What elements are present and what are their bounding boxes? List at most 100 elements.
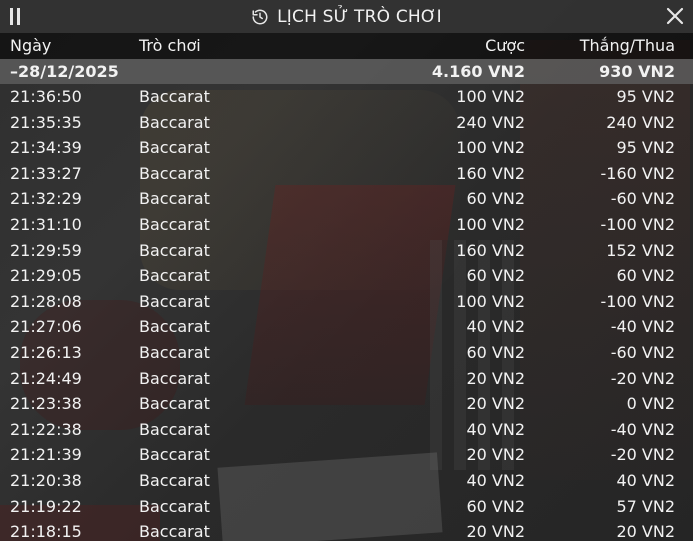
row-time: 21:29:59: [10, 240, 82, 260]
column-header-win-loss: Thắng/Thua: [579, 36, 675, 55]
row-bet: 160 VN2: [456, 240, 525, 260]
table-row[interactable]: 21:22:38 Baccarat 40 VN2 -40 VN2: [0, 417, 693, 443]
row-win-loss: -40 VN2: [610, 317, 675, 337]
row-game: Baccarat: [139, 214, 210, 234]
row-time: 21:23:38: [10, 394, 82, 414]
row-win-loss: 0 VN2: [626, 394, 675, 414]
title-bar: LỊCH SỬ TRÒ CHƠI: [0, 0, 693, 33]
row-time: 21:20:38: [10, 470, 82, 490]
table-row[interactable]: 21:24:49 Baccarat 20 VN2 -20 VN2: [0, 366, 693, 392]
row-time: 21:35:35: [10, 112, 82, 132]
history-list: 21:36:50 Baccarat 100 VN2 95 VN2 21:35:3…: [0, 84, 693, 541]
row-game: Baccarat: [139, 522, 210, 541]
row-win-loss: 95 VN2: [616, 87, 675, 106]
table-row[interactable]: 21:28:08 Baccarat 100 VN2 -100 VN2: [0, 289, 693, 315]
table-row[interactable]: 21:26:13 Baccarat 60 VN2 -60 VN2: [0, 340, 693, 366]
row-win-loss: 57 VN2: [616, 496, 675, 516]
table-row[interactable]: 21:18:15 Baccarat 20 VN2 20 VN2: [0, 519, 693, 541]
row-win-loss: -40 VN2: [610, 419, 675, 439]
row-time: 21:22:38: [10, 419, 82, 439]
row-time: 21:31:10: [10, 214, 82, 234]
row-time: 21:33:27: [10, 163, 82, 183]
row-game: Baccarat: [139, 138, 210, 158]
page-title: LỊCH SỬ TRÒ CHƠI: [277, 6, 442, 27]
row-win-loss: -20 VN2: [610, 445, 675, 465]
row-win-loss: 95 VN2: [616, 138, 675, 158]
row-game: Baccarat: [139, 189, 210, 209]
row-bet: 20 VN2: [466, 368, 525, 388]
row-bet: 240 VN2: [456, 112, 525, 132]
row-win-loss: 240 VN2: [606, 112, 675, 132]
row-game: Baccarat: [139, 470, 210, 490]
row-bet: 60 VN2: [466, 342, 525, 362]
game-history-screen: LỊCH SỬ TRÒ CHƠI Ngày Trò chơi Cược Thắn…: [0, 0, 693, 541]
row-bet: 60 VN2: [466, 496, 525, 516]
row-bet: 40 VN2: [466, 470, 525, 490]
table-row[interactable]: 21:35:35 Baccarat 240 VN2 240 VN2: [0, 110, 693, 136]
row-bet: 60 VN2: [466, 266, 525, 286]
table-row[interactable]: 21:34:39 Baccarat 100 VN2 95 VN2: [0, 135, 693, 161]
row-bet: 40 VN2: [466, 419, 525, 439]
row-game: Baccarat: [139, 368, 210, 388]
table-row[interactable]: 21:33:27 Baccarat 160 VN2 -160 VN2: [0, 161, 693, 187]
date-group-row[interactable]: –28/12/2025 4.160 VN2 930 VN2: [0, 59, 693, 84]
row-game: Baccarat: [139, 317, 210, 337]
row-bet: 60 VN2: [466, 189, 525, 209]
row-game: Baccarat: [139, 240, 210, 260]
row-win-loss: -60 VN2: [610, 189, 675, 209]
row-win-loss: -160 VN2: [600, 163, 676, 183]
row-game: Baccarat: [139, 87, 210, 106]
row-win-loss: -100 VN2: [600, 291, 676, 311]
table-header: Ngày Trò chơi Cược Thắng/Thua: [0, 33, 693, 59]
row-time: 21:29:05: [10, 266, 82, 286]
table-row[interactable]: 21:29:05 Baccarat 60 VN2 60 VN2: [0, 263, 693, 289]
row-win-loss: 152 VN2: [606, 240, 675, 260]
row-bet: 40 VN2: [466, 317, 525, 337]
row-game: Baccarat: [139, 291, 210, 311]
row-bet: 160 VN2: [456, 163, 525, 183]
row-win-loss: 60 VN2: [616, 266, 675, 286]
column-header-date: Ngày: [10, 36, 52, 55]
row-game: Baccarat: [139, 112, 210, 132]
table-row[interactable]: 21:23:38 Baccarat 20 VN2 0 VN2: [0, 391, 693, 417]
row-bet: 100 VN2: [456, 214, 525, 234]
row-game: Baccarat: [139, 394, 210, 414]
row-game: Baccarat: [139, 445, 210, 465]
date-group-label: –28/12/2025: [10, 62, 119, 81]
date-group-bet-total: 4.160 VN2: [431, 62, 525, 81]
date-group-win-total: 930 VN2: [599, 62, 675, 81]
title-group: LỊCH SỬ TRÒ CHƠI: [251, 7, 442, 27]
row-time: 21:32:29: [10, 189, 82, 209]
row-bet: 100 VN2: [456, 291, 525, 311]
row-bet: 100 VN2: [456, 87, 525, 106]
table-row[interactable]: 21:31:10 Baccarat 100 VN2 -100 VN2: [0, 212, 693, 238]
table-row[interactable]: 21:20:38 Baccarat 40 VN2 40 VN2: [0, 468, 693, 494]
table-row[interactable]: 21:27:06 Baccarat 40 VN2 -40 VN2: [0, 314, 693, 340]
history-icon: [252, 9, 268, 24]
row-time: 21:21:39: [10, 445, 82, 465]
table-row[interactable]: 21:32:29 Baccarat 60 VN2 -60 VN2: [0, 186, 693, 212]
table-row[interactable]: 21:21:39 Baccarat 20 VN2 -20 VN2: [0, 442, 693, 468]
table-row[interactable]: 21:19:22 Baccarat 60 VN2 57 VN2: [0, 494, 693, 520]
row-win-loss: -20 VN2: [610, 368, 675, 388]
row-win-loss: 20 VN2: [616, 522, 675, 541]
row-game: Baccarat: [139, 419, 210, 439]
column-header-bet: Cược: [485, 36, 525, 55]
row-win-loss: -100 VN2: [600, 214, 676, 234]
table-row[interactable]: 21:29:59 Baccarat 160 VN2 152 VN2: [0, 238, 693, 264]
row-time: 21:18:15: [10, 522, 82, 541]
table-row[interactable]: 21:36:50 Baccarat 100 VN2 95 VN2: [0, 84, 693, 110]
row-time: 21:26:13: [10, 342, 82, 362]
row-time: 21:36:50: [10, 87, 82, 106]
row-bet: 20 VN2: [466, 445, 525, 465]
close-icon[interactable]: [665, 6, 685, 26]
row-bet: 100 VN2: [456, 138, 525, 158]
row-game: Baccarat: [139, 163, 210, 183]
row-bet: 20 VN2: [466, 394, 525, 414]
row-game: Baccarat: [139, 496, 210, 516]
row-win-loss: 40 VN2: [616, 470, 675, 490]
row-game: Baccarat: [139, 266, 210, 286]
column-header-game: Trò chơi: [139, 36, 201, 55]
menu-icon[interactable]: [10, 8, 22, 25]
row-time: 21:27:06: [10, 317, 82, 337]
